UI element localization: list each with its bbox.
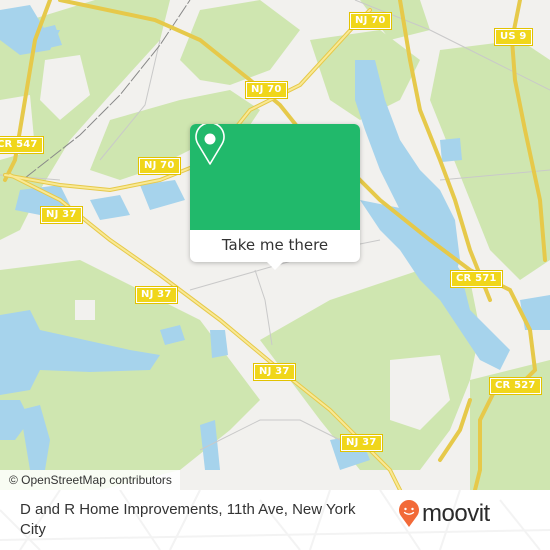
take-me-there-button[interactable]: Take me there	[190, 230, 360, 262]
road-label-nj70: NJ 70	[138, 157, 181, 175]
moovit-pin-icon	[399, 500, 419, 527]
map-view[interactable]: NJ 70 US 9 CR 547 NJ 70 NJ 70 NJ 37 NJ 3…	[0, 0, 550, 490]
road-label-nj37: NJ 37	[40, 206, 83, 224]
road-label-cr571: CR 571	[450, 270, 503, 288]
road-label-us9: US 9	[494, 28, 533, 46]
place-title: D and R Home Improvements, 11th Ave, New…	[20, 501, 356, 538]
road-label-nj37: NJ 37	[253, 363, 296, 381]
road-label-nj37: NJ 37	[340, 434, 383, 452]
location-pin-icon	[195, 124, 225, 165]
moovit-logo[interactable]: moovit	[398, 500, 490, 528]
road-label-nj70: NJ 70	[245, 81, 288, 99]
map-attribution[interactable]: © OpenStreetMap contributors	[0, 470, 180, 490]
road-label-cr527: CR 527	[489, 377, 542, 395]
popup-header[interactable]	[190, 124, 360, 230]
moovit-wordmark: moovit	[422, 500, 490, 527]
popup-pointer	[267, 262, 283, 270]
location-popup: Take me there	[190, 124, 360, 270]
road-label-nj37: NJ 37	[135, 286, 178, 304]
road-label-cr547: CR 547	[0, 136, 44, 154]
footer: D and R Home Improvements, 11th Ave, New…	[0, 490, 550, 550]
road-label-nj70: NJ 70	[349, 12, 392, 30]
